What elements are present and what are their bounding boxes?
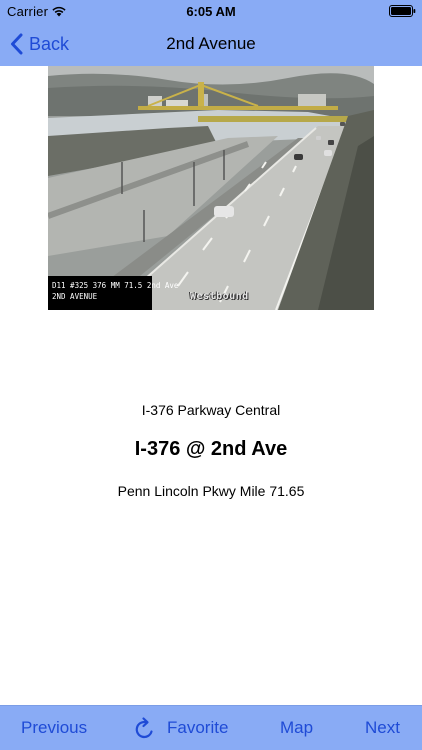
camera-location: Penn Lincoln Pkwy Mile 71.65 [117,483,305,499]
previous-button[interactable]: Previous [21,718,87,738]
next-button[interactable]: Next [365,718,400,738]
status-bar: Carrier 6:05 AM [0,0,422,22]
camera-region: I-376 Parkway Central [141,402,281,418]
favorite-button[interactable]: Favorite [167,718,228,738]
camera-name: I-376 @ 2nd Ave [134,438,288,460]
chevron-left-icon [11,33,23,55]
bottom-toolbar: Previous Favorite Map Next [0,705,422,750]
top-chrome: Carrier 6:05 AM Back 2nd Avenue [0,0,422,66]
camera-id-line1: D11 #325 376 MM 71.5 2nd Ave [52,281,179,290]
battery-icon [389,5,416,17]
map-button[interactable]: Map [280,718,313,738]
back-button-label: Back [29,33,70,54]
traffic-camera-image: D11 #325 376 MM 71.5 2nd Ave 2ND AVENUE … [48,66,374,310]
refresh-icon[interactable] [134,716,156,740]
camera-direction-overlay: Westbound [190,291,249,302]
camera-id-overlay: D11 #325 376 MM 71.5 2nd Ave 2ND AVENUE [48,276,179,310]
navigation-bar: Back 2nd Avenue [0,22,422,66]
status-time: 6:05 AM [186,4,236,19]
camera-id-line2: 2ND AVENUE [52,292,98,301]
camera-scene [48,66,374,310]
back-button[interactable]: Back [10,31,69,57]
